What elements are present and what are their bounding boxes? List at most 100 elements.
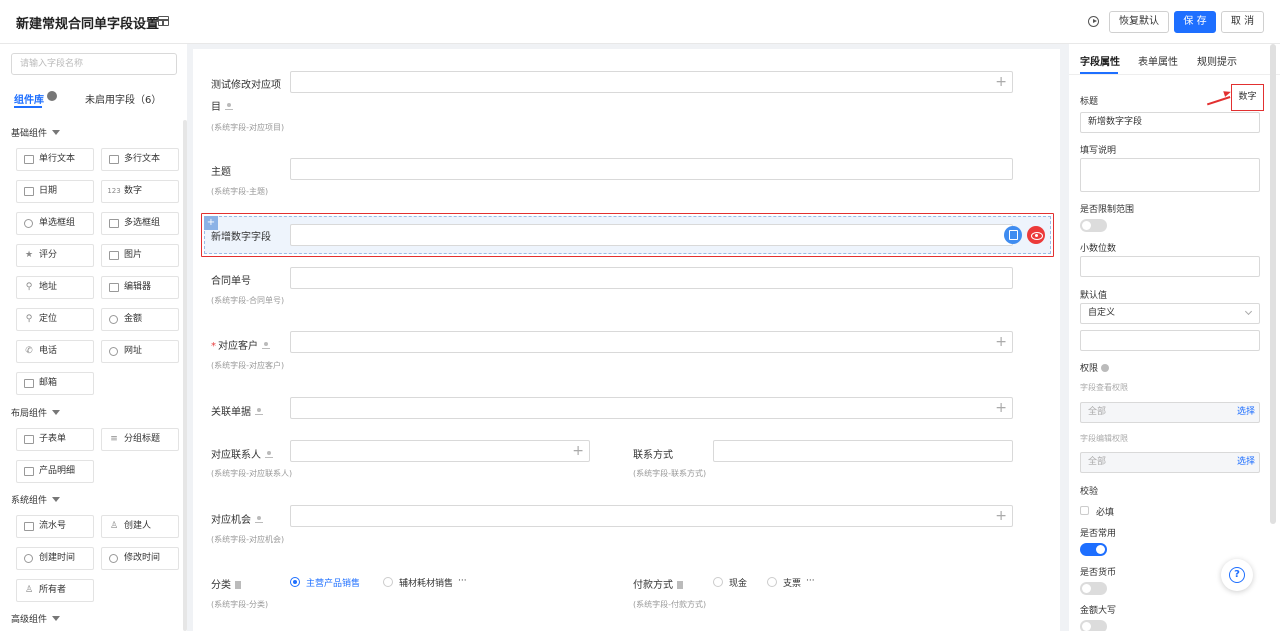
system-lock-icon — [262, 342, 270, 349]
hide-field-icon[interactable] — [1027, 226, 1045, 244]
common-toggle[interactable] — [1080, 543, 1107, 556]
radio-button[interactable] — [713, 577, 723, 587]
decimal-places-input[interactable] — [1080, 256, 1260, 277]
plus-icon[interactable]: + — [995, 74, 1007, 90]
plus-icon[interactable]: + — [995, 508, 1007, 524]
right-scrollbar[interactable] — [1270, 44, 1276, 524]
page-title: 新建常规合同单字段设置 — [16, 17, 160, 32]
field-sublabel: (系统字段-对应客户) — [211, 361, 285, 370]
location-icon: ⚲ — [25, 282, 33, 292]
component-button[interactable]: ♙ 所有者 — [16, 579, 94, 602]
component-button[interactable]: 修改时间 — [101, 547, 179, 570]
layout-icon[interactable] — [158, 16, 169, 26]
component-label: 流水号 — [39, 521, 67, 531]
required-checkbox[interactable] — [1080, 506, 1089, 515]
radio-option-label[interactable]: 主营产品销售 — [306, 576, 360, 589]
component-group-title[interactable]: 系统组件 — [11, 493, 61, 506]
component-button[interactable]: 产品明细 — [16, 460, 94, 483]
default-value-input[interactable] — [1080, 330, 1260, 351]
component-button[interactable]: 子表单 — [16, 428, 94, 451]
save-button[interactable]: 保 存 — [1174, 11, 1216, 33]
field-input[interactable] — [290, 224, 1013, 246]
radio-button[interactable] — [767, 577, 777, 587]
field-label: 测试修改对应项 — [211, 80, 281, 91]
restore-default-button[interactable]: 恢复默认 — [1109, 11, 1169, 33]
field-input[interactable]: + — [290, 71, 1013, 93]
component-group-title[interactable]: 基础组件 — [11, 126, 61, 139]
tab-component-library[interactable]: 组件库 — [14, 91, 44, 106]
component-label: 电话 — [39, 346, 58, 356]
component-button[interactable]: 金额 — [101, 308, 179, 331]
field-input[interactable] — [713, 440, 1013, 462]
left-scrollbar[interactable] — [183, 120, 187, 631]
description-textarea[interactable] — [1080, 158, 1260, 192]
more-options-ellipsis[interactable]: ··· — [458, 576, 467, 586]
component-group-title[interactable]: 高级组件 — [11, 612, 61, 625]
radio-icon — [24, 219, 33, 228]
default-mode-select[interactable]: 自定义 — [1080, 303, 1260, 324]
field-input[interactable] — [290, 267, 1013, 289]
component-button[interactable]: 编辑器 — [101, 276, 179, 299]
component-group-title[interactable]: 布局组件 — [11, 406, 61, 419]
radio-button[interactable] — [383, 577, 393, 587]
component-button[interactable]: 图片 — [101, 244, 179, 267]
component-button[interactable]: ★ 评分 — [16, 244, 94, 267]
tab-field-properties[interactable]: 字段属性 — [1080, 53, 1120, 68]
title-input[interactable]: 新增数字字段 — [1080, 112, 1260, 133]
edit-permission-input[interactable]: 全部 选择 — [1080, 452, 1260, 473]
help-icon[interactable] — [47, 91, 57, 101]
page-header: 新建常规合同单字段设置 恢复默认 保 存 取 消 — [0, 0, 1280, 44]
copy-field-icon[interactable] — [1004, 226, 1022, 244]
field-input[interactable] — [290, 158, 1013, 180]
component-button[interactable]: 单选框组 — [16, 212, 94, 235]
choose-link[interactable]: 选择 — [1237, 403, 1255, 422]
clock-edit-icon — [109, 554, 118, 563]
component-button[interactable]: ✆ 电话 — [16, 340, 94, 363]
plus-icon[interactable]: + — [572, 443, 584, 459]
component-button[interactable]: 邮箱 — [16, 372, 94, 395]
currency-toggle[interactable] — [1080, 582, 1107, 595]
tab-unused-fields[interactable]: 未启用字段（6） — [85, 91, 161, 106]
component-label: 金额 — [124, 314, 143, 324]
component-button[interactable]: ♙ 创建人 — [101, 515, 179, 538]
editor-icon — [109, 283, 119, 292]
component-button[interactable]: 多行文本 — [101, 148, 179, 171]
tab-form-properties[interactable]: 表单属性 — [1138, 53, 1178, 68]
tab-rule-hints[interactable]: 规则提示 — [1197, 53, 1237, 68]
radio-button[interactable] — [290, 577, 300, 587]
component-button[interactable]: 单行文本 — [16, 148, 94, 171]
component-button[interactable]: 日期 — [16, 180, 94, 203]
component-button[interactable]: 网址 — [101, 340, 179, 363]
help-icon[interactable] — [1101, 364, 1110, 372]
field-input[interactable]: + — [290, 331, 1013, 353]
radio-option-label[interactable]: 辅材耗材销售 — [399, 576, 453, 589]
choose-link[interactable]: 选择 — [1237, 453, 1255, 472]
validation-label: 校验 — [1080, 487, 1099, 497]
component-button[interactable]: 流水号 — [16, 515, 94, 538]
component-button[interactable]: 123 数字 — [101, 180, 179, 203]
cancel-button[interactable]: 取 消 — [1221, 11, 1264, 33]
more-options-ellipsis[interactable]: ··· — [806, 576, 815, 586]
radio-option-label[interactable]: 支票 — [783, 576, 801, 589]
component-button[interactable]: ⚲ 地址 — [16, 276, 94, 299]
plus-icon[interactable]: + — [995, 400, 1007, 416]
component-label: 多行文本 — [124, 154, 161, 164]
amount-uppercase-toggle[interactable] — [1080, 620, 1107, 631]
field-search-input[interactable] — [11, 53, 177, 75]
component-button[interactable]: ⚲ 定位 — [16, 308, 94, 331]
field-input[interactable]: + — [290, 397, 1013, 419]
field-input[interactable]: + — [290, 505, 1013, 527]
preview-play-icon[interactable] — [1088, 16, 1099, 27]
field-label: * 对应客户 — [211, 337, 270, 352]
component-button[interactable]: 多选框组 — [101, 212, 179, 235]
field-input[interactable]: + — [290, 440, 590, 462]
permission-label: 权限 — [1080, 361, 1110, 374]
limit-range-toggle[interactable] — [1080, 219, 1107, 232]
view-permission-input[interactable]: 全部 选择 — [1080, 402, 1260, 423]
radio-option-label[interactable]: 现金 — [729, 576, 747, 589]
floating-help-button[interactable]: ? — [1221, 559, 1253, 591]
component-button[interactable]: ≡ 分组标题 — [101, 428, 179, 451]
calendar-icon — [24, 187, 34, 196]
component-button[interactable]: 创建时间 — [16, 547, 94, 570]
plus-icon[interactable]: + — [995, 334, 1007, 350]
